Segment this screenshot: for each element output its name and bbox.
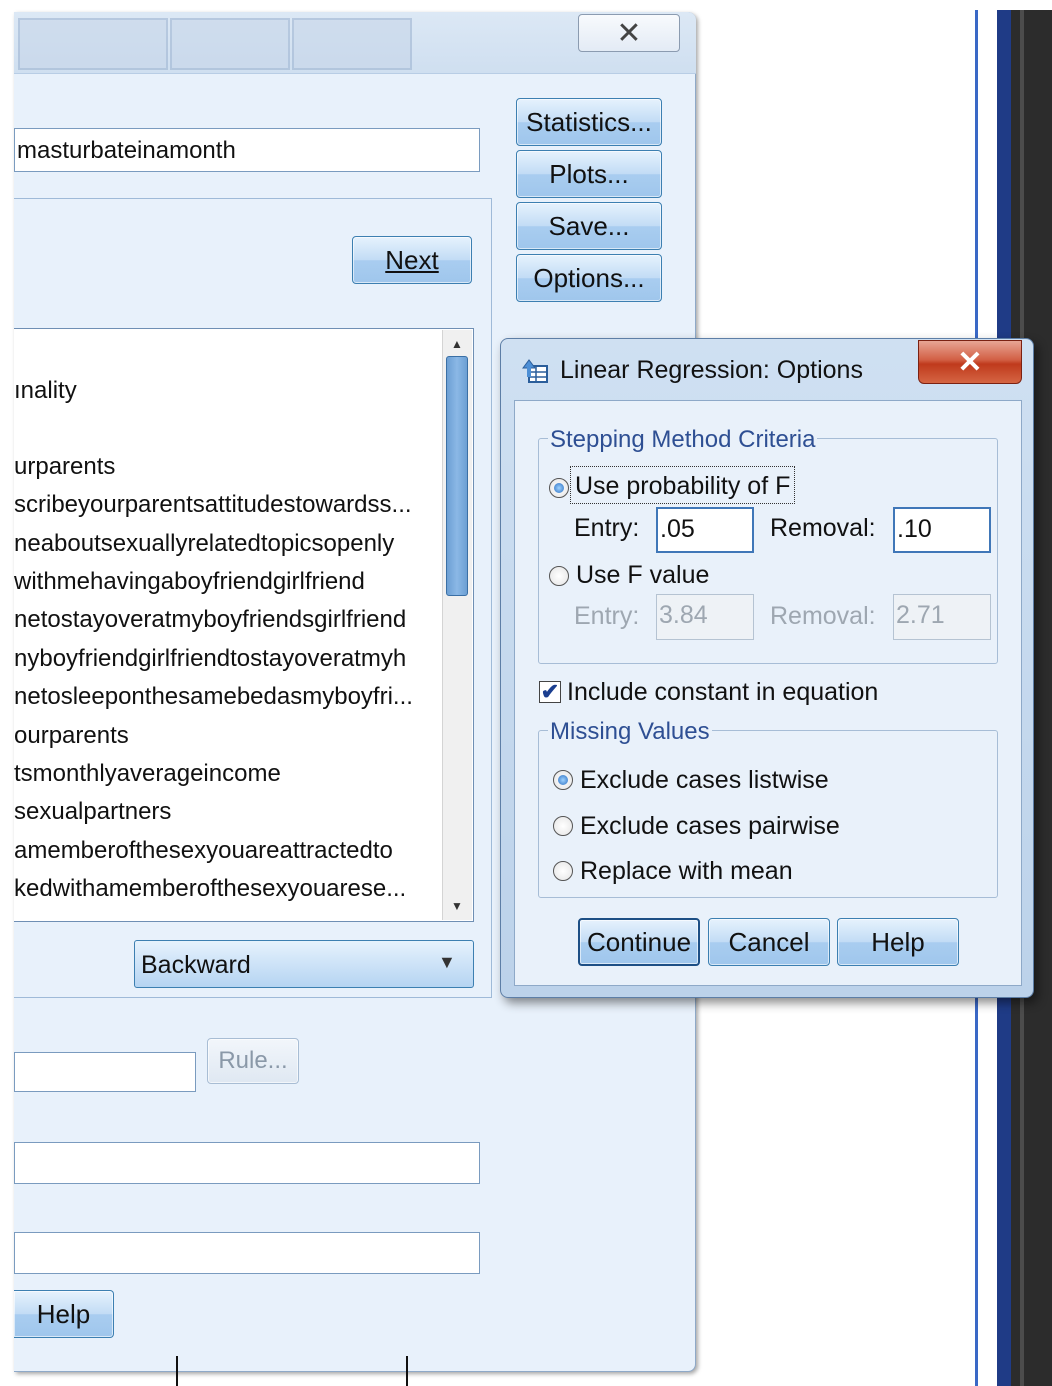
save-label: Save... (548, 210, 630, 241)
options-help-button[interactable]: Help (837, 918, 959, 966)
exclude-pairwise-label[interactable]: Exclude cases pairwise (580, 812, 840, 841)
use-probability-label[interactable]: Use probability of F (570, 466, 796, 504)
missing-values-legend: Missing Values (548, 718, 712, 746)
list-item[interactable]: netostayoveratmyboyfriendsgirlfriend (14, 603, 439, 637)
close-icon: ✕ (957, 345, 983, 379)
wls-weight-field[interactable] (14, 1232, 480, 1274)
blurred-table-header (18, 18, 168, 70)
use-f-value-radio[interactable] (549, 566, 569, 586)
replace-mean-label[interactable]: Replace with mean (580, 857, 793, 886)
list-item[interactable]: amemberofthesexyouareattractedto (14, 834, 439, 868)
method-value: Backward (141, 951, 251, 979)
options-help-label: Help (871, 926, 925, 957)
main-help-button[interactable]: Help (14, 1290, 114, 1338)
list-item[interactable]: sexualpartners (14, 795, 439, 829)
stepping-criteria-legend: Stepping Method Criteria (548, 426, 818, 454)
exclude-listwise-label[interactable]: Exclude cases listwise (580, 766, 829, 795)
chevron-down-icon[interactable]: ▼ (438, 952, 456, 973)
continue-button[interactable]: Continue (578, 918, 700, 966)
rule-label: Rule... (218, 1047, 288, 1074)
f-removal-value: 2.71 (896, 601, 945, 629)
divider (176, 1356, 178, 1386)
blurred-table-header (170, 18, 290, 70)
next-label: Next (385, 244, 439, 275)
list-item[interactable]: ourparents (14, 719, 439, 753)
next-block-button[interactable]: Next (352, 236, 472, 284)
method-select[interactable]: Backward (134, 940, 474, 988)
f-removal-label: Removal: (770, 602, 876, 630)
selection-variable-field[interactable] (14, 1052, 196, 1092)
list-item[interactable]: netosleeponthesamebedasmyboyfri... (14, 680, 439, 714)
dialog-title: Linear Regression: Options (560, 356, 863, 384)
dependent-variable-value: masturbateinamonth (17, 137, 236, 164)
scrollbar-thumb[interactable] (446, 356, 468, 596)
dependent-variable-field[interactable]: masturbateinamonth (14, 128, 480, 172)
list-item[interactable]: tsmonthlyaverageincome (14, 757, 439, 791)
cancel-button[interactable]: Cancel (708, 918, 830, 966)
list-item[interactable]: neaboutsexuallyrelatedtopicsopenly (14, 527, 439, 561)
f-entry-value: 3.84 (659, 601, 708, 629)
probability-entry-value: .05 (660, 515, 695, 543)
cancel-label: Cancel (728, 926, 810, 957)
statistics-label: Statistics... (526, 106, 652, 137)
probability-removal-input[interactable]: .10 (893, 507, 991, 553)
divider (406, 1356, 408, 1386)
probability-entry-label: Entry: (574, 514, 640, 542)
list-item[interactable]: urparents (14, 450, 439, 484)
list-item[interactable]: withmehavingaboyfriendgirlfriend (14, 565, 439, 599)
statistics-button[interactable]: Statistics... (516, 98, 662, 146)
use-f-value-label[interactable]: Use F value (576, 561, 709, 590)
list-item[interactable] (14, 412, 439, 446)
probability-entry-input[interactable]: .05 (656, 507, 754, 553)
scroll-up-icon[interactable]: ▲ (446, 334, 468, 354)
close-button[interactable]: ✕ (578, 14, 680, 52)
help-label: Help (36, 1298, 91, 1329)
spss-dialog-icon (520, 356, 550, 386)
options-label: Options... (533, 262, 645, 293)
save-button[interactable]: Save... (516, 202, 662, 250)
close-button[interactable]: ✕ (918, 340, 1022, 384)
list-item[interactable]: kedwithamemberofthesexyouarese... (14, 872, 439, 906)
probability-removal-label: Removal: (770, 514, 876, 542)
list-item[interactable]: nyboyfriendgirlfriendtostayoveratmyh (14, 642, 439, 676)
list-item[interactable]: scribeyourparentsattitudestowardss... (14, 488, 439, 522)
close-icon: ✕ (616, 16, 642, 50)
plots-label: Plots... (549, 158, 629, 189)
probability-removal-value: .10 (897, 515, 932, 543)
case-labels-field[interactable] (14, 1142, 480, 1184)
exclude-listwise-radio[interactable] (553, 770, 573, 790)
f-entry-input[interactable]: 3.84 (656, 594, 754, 640)
scroll-down-icon[interactable]: ▼ (446, 896, 468, 916)
list-item[interactable]: ınality (14, 374, 439, 408)
f-entry-label: Entry: (574, 602, 640, 630)
continue-label: Continue (586, 926, 692, 957)
include-constant-label[interactable]: Include constant in equation (567, 678, 878, 707)
include-constant-checkbox[interactable]: ✔ (539, 681, 561, 703)
rule-button[interactable]: Rule... (207, 1038, 299, 1084)
exclude-pairwise-radio[interactable] (553, 816, 573, 836)
options-button[interactable]: Options... (516, 254, 662, 302)
blurred-table-header (292, 18, 412, 70)
f-removal-input[interactable]: 2.71 (893, 594, 991, 640)
checkmark-icon: ✔ (540, 679, 560, 704)
use-probability-radio[interactable] (549, 478, 569, 498)
plots-button[interactable]: Plots... (516, 150, 662, 198)
replace-mean-radio[interactable] (553, 861, 573, 881)
